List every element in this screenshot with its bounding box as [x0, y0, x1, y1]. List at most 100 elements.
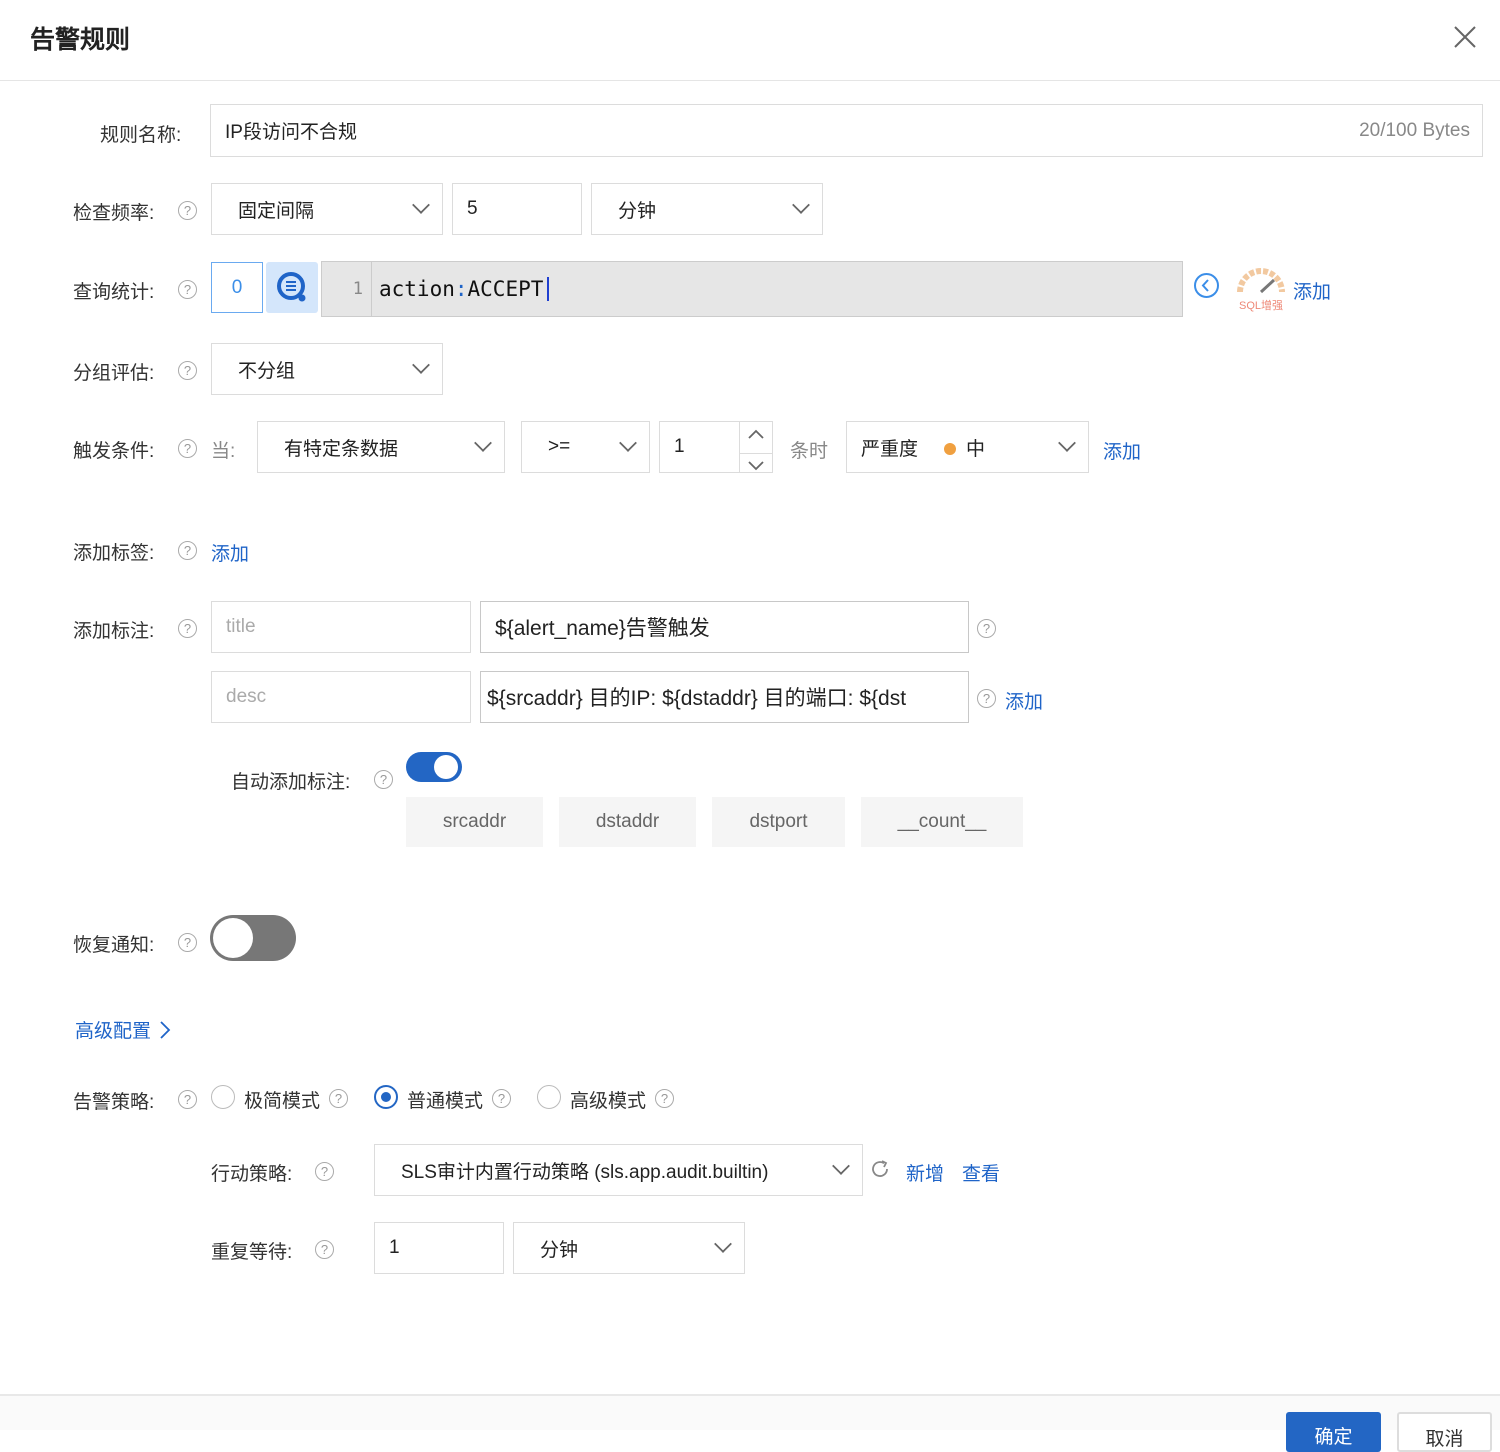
severity-dot-icon — [944, 442, 957, 455]
sql-enhance-button[interactable]: SQL增强 — [1234, 266, 1288, 312]
check-freq-mode-select[interactable]: 固定间隔 — [211, 183, 443, 235]
trigger-label: 触发条件: — [73, 441, 155, 462]
chevron-down-icon — [1058, 434, 1076, 452]
rule-name-value: IP段访问不合规 — [225, 122, 357, 143]
repeat-value: 1 — [389, 1237, 400, 1258]
group-label: 分组评估: — [73, 363, 155, 384]
action-policy-new-link[interactable]: 新增 — [906, 1159, 944, 1186]
chevron-down-icon — [412, 196, 430, 214]
help-icon[interactable]: ? — [178, 933, 197, 952]
help-icon[interactable]: ? — [655, 1089, 674, 1108]
help-icon[interactable]: ? — [178, 619, 197, 638]
check-freq-label: 检查频率: — [73, 203, 155, 224]
policy-mode-label: 高级模式 — [570, 1091, 647, 1112]
trigger-count-stepper[interactable]: 1 — [659, 421, 773, 473]
help-icon[interactable]: ? — [492, 1089, 511, 1108]
auto-annot-field[interactable]: __count__ — [861, 797, 1023, 847]
query-add-link[interactable]: 添加 — [1293, 277, 1331, 304]
stepper-down-icon[interactable] — [740, 453, 773, 478]
advanced-config-link[interactable]: 高级配置 — [75, 1016, 175, 1043]
check-freq-value: 5 — [467, 198, 478, 219]
ok-button[interactable]: 确定 — [1286, 1412, 1381, 1452]
auto-annot-toggle[interactable] — [406, 752, 462, 782]
help-icon[interactable]: ? — [977, 689, 996, 708]
chevron-down-icon — [714, 1235, 732, 1253]
trigger-condition-select[interactable]: 有特定条数据 — [257, 421, 505, 473]
stepper-up-icon[interactable] — [740, 422, 773, 447]
auto-annot-label: 自动添加标注: — [231, 772, 351, 793]
help-icon[interactable]: ? — [178, 361, 197, 380]
help-icon[interactable]: ? — [329, 1089, 348, 1108]
annotation-key-input[interactable]: desc — [211, 671, 471, 723]
code-sep: : — [454, 277, 468, 301]
policy-radio-advanced[interactable] — [537, 1085, 561, 1109]
query-editor[interactable]: 1 action: ACCEPT — [321, 261, 1183, 317]
trigger-count-value: 1 — [674, 436, 685, 457]
check-freq-unit-value: 分钟 — [618, 200, 657, 222]
auto-annot-field[interactable]: srcaddr — [406, 797, 543, 847]
annotations-label: 添加标注: — [73, 621, 155, 642]
action-policy-view-link[interactable]: 查看 — [962, 1159, 1000, 1186]
policy-radio-simple[interactable] — [211, 1085, 235, 1109]
repeat-unit-select[interactable]: 分钟 — [513, 1222, 745, 1274]
annotation-value-input[interactable]: ${alert_name}告警触发 — [480, 601, 969, 653]
trigger-operator-value: >= — [548, 436, 571, 457]
repeat-label: 重复等待: — [211, 1242, 293, 1263]
policy-radio-normal[interactable] — [374, 1085, 398, 1109]
help-icon[interactable]: ? — [178, 541, 197, 560]
help-icon[interactable]: ? — [178, 201, 197, 220]
action-policy-select[interactable]: SLS审计内置行动策略 (sls.app.audit.builtin) — [374, 1144, 863, 1196]
tags-label: 添加标签: — [73, 543, 155, 564]
action-policy-label: 行动策略: — [211, 1164, 293, 1185]
annotation-value: ${srcaddr} 目的IP: ${dstaddr} 目的端口: ${dst — [487, 687, 907, 710]
severity-value: 中 — [966, 438, 986, 460]
recovery-label: 恢复通知: — [73, 935, 155, 956]
check-freq-unit-select[interactable]: 分钟 — [591, 183, 823, 235]
action-policy-value: SLS审计内置行动策略 (sls.app.audit.builtin) — [401, 1161, 769, 1183]
tags-add-link[interactable]: 添加 — [211, 539, 249, 566]
history-back-icon[interactable] — [1193, 272, 1220, 299]
rule-name-input[interactable]: IP段访问不合规 20/100 Bytes — [210, 104, 1483, 157]
auto-annot-field[interactable]: dstaddr — [559, 797, 696, 847]
text-cursor — [547, 277, 550, 301]
help-icon[interactable]: ? — [315, 1240, 334, 1259]
recovery-toggle[interactable] — [210, 915, 296, 961]
rule-name-label: 规则名称: — [100, 125, 182, 146]
rule-name-counter: 20/100 Bytes — [1359, 119, 1470, 141]
cancel-button[interactable]: 取消 — [1397, 1412, 1492, 1452]
close-icon[interactable] — [1450, 22, 1480, 52]
help-icon[interactable]: ? — [977, 619, 996, 638]
code-key: action — [379, 277, 455, 301]
dialog-title: 告警规则 — [30, 26, 131, 54]
check-freq-value-input[interactable]: 5 — [452, 183, 582, 235]
annotation-value-input[interactable]: ${srcaddr} 目的IP: ${dstaddr} 目的端口: ${dst — [480, 671, 969, 723]
help-icon[interactable]: ? — [178, 1090, 197, 1109]
chevron-down-icon — [474, 434, 492, 452]
annotation-key-placeholder: title — [226, 616, 256, 637]
query-search-button[interactable] — [266, 262, 318, 313]
help-icon[interactable]: ? — [315, 1162, 334, 1181]
auto-annot-field[interactable]: dstport — [712, 797, 845, 847]
group-select[interactable]: 不分组 — [211, 343, 443, 395]
advanced-config-label: 高级配置 — [75, 1021, 152, 1042]
annotations-add-link[interactable]: 添加 — [1005, 687, 1043, 714]
help-icon[interactable]: ? — [178, 280, 197, 299]
annotation-key-input[interactable]: title — [211, 601, 471, 653]
sql-badge: SQL增强 — [1238, 300, 1283, 312]
trigger-add-link[interactable]: 添加 — [1103, 437, 1141, 464]
trigger-operator-select[interactable]: >= — [521, 421, 650, 473]
trigger-condition-value: 有特定条数据 — [284, 438, 399, 460]
chevron-down-icon — [792, 196, 810, 214]
help-icon[interactable]: ? — [374, 770, 393, 789]
annotation-value: ${alert_name}告警触发 — [495, 617, 710, 640]
query-index-button[interactable]: 0 — [211, 262, 263, 313]
repeat-value-input[interactable]: 1 — [374, 1222, 504, 1274]
chevron-down-icon — [412, 356, 430, 374]
trigger-when: 当: — [211, 441, 236, 462]
refresh-icon[interactable] — [869, 1158, 891, 1180]
severity-select[interactable]: 严重度 中 — [846, 421, 1089, 473]
check-freq-mode-value: 固定间隔 — [238, 200, 315, 222]
header-divider — [0, 80, 1500, 81]
help-icon[interactable]: ? — [178, 439, 197, 458]
query-index: 0 — [231, 276, 243, 298]
